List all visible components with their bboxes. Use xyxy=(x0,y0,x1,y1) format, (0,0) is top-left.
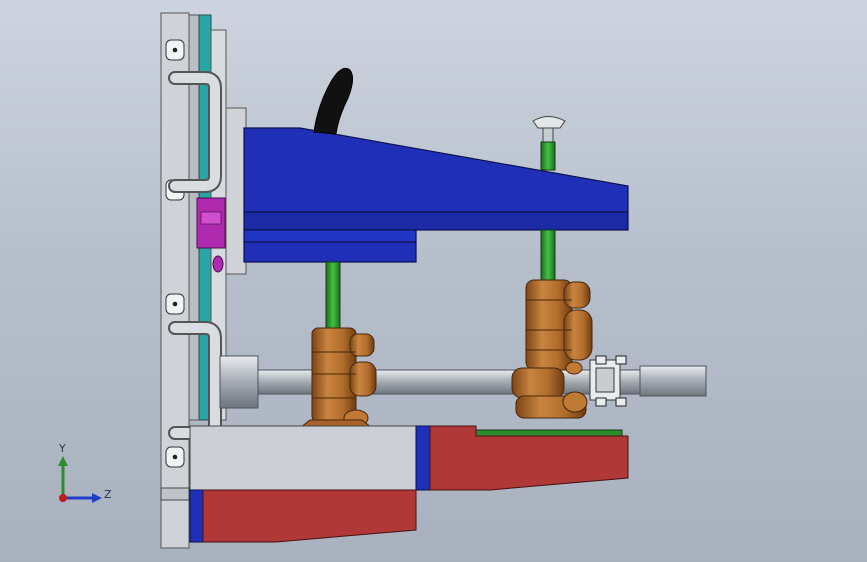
horizontal-guide-shaft[interactable] xyxy=(219,355,707,409)
left-adjust-rod[interactable] xyxy=(325,261,341,331)
right-bronze-valve[interactable] xyxy=(511,279,593,419)
blue-clamp-arm[interactable] xyxy=(243,127,629,263)
cad-model-assembly[interactable] xyxy=(0,0,867,562)
black-lever-handle[interactable] xyxy=(313,67,354,135)
triad-graphic xyxy=(58,456,102,503)
triad-y-label: Y xyxy=(59,442,66,455)
coordinate-triad: Y Z xyxy=(40,440,130,520)
green-base-plate[interactable] xyxy=(475,429,623,437)
triad-z-label: Z xyxy=(104,488,112,501)
lower-support-block-upper[interactable] xyxy=(189,425,629,491)
cad-viewport[interactable]: Y Z xyxy=(0,0,867,562)
lower-support-block-lower[interactable] xyxy=(189,489,417,543)
